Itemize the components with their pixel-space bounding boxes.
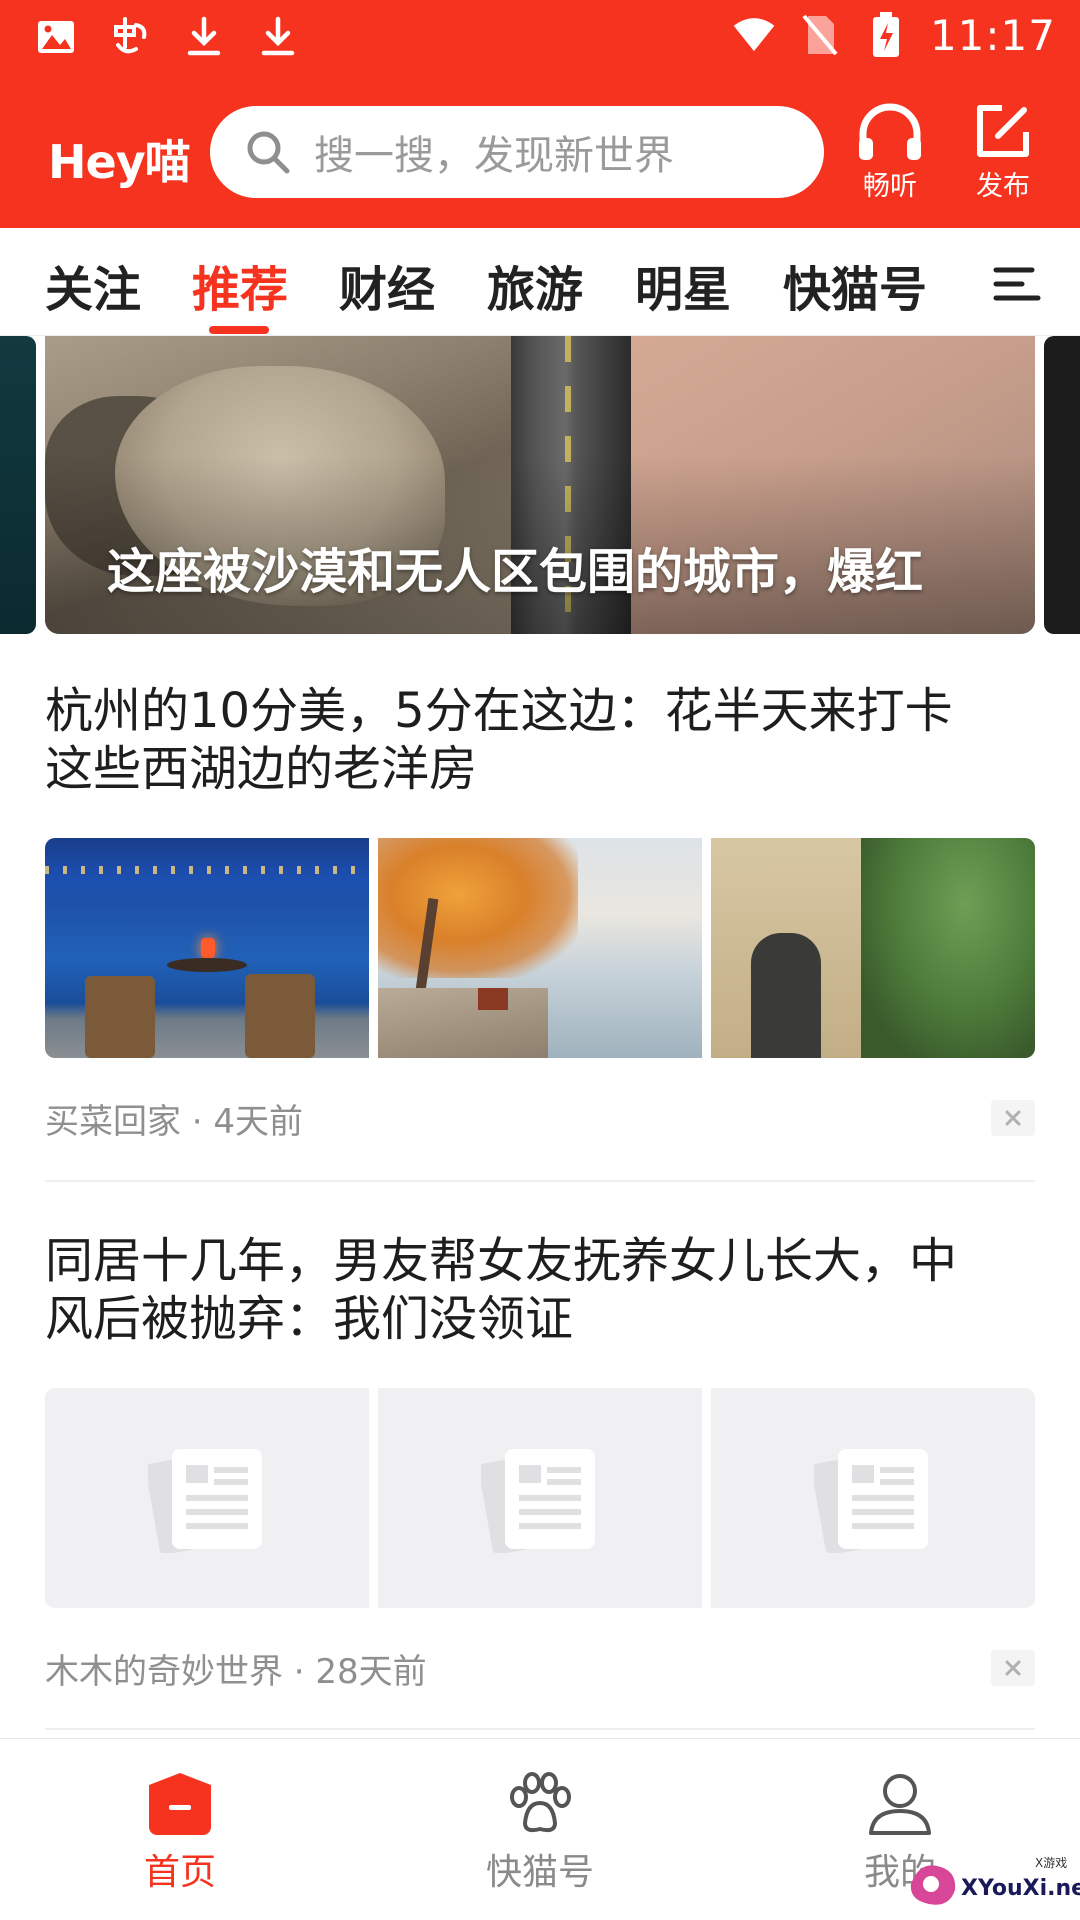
banner-title[interactable]: 这座被沙漠和无人区包围的城市，爆红 — [107, 532, 923, 602]
nav-home-label: 首页 — [143, 1852, 216, 1893]
paw-icon — [510, 1772, 571, 1833]
bug-icon — [108, 12, 152, 62]
clock: 11:17 — [929, 10, 1056, 60]
article-meta: 买菜回家 · 4天前 — [45, 1102, 304, 1142]
article-card[interactable]: 杭州的10分美，5分在这边：花半天来打卡 这些西湖边的老洋房 买菜回家 · 4天… — [45, 682, 1035, 1202]
image-placeholder[interactable] — [378, 1388, 702, 1608]
site-watermark: X游戏 XYouXi.net — [905, 1852, 1080, 1914]
old-building-photo[interactable] — [711, 838, 1035, 1058]
autumn-lakeside-photo[interactable] — [378, 838, 702, 1058]
close-icon — [1005, 1110, 1021, 1126]
no-sim-icon — [798, 10, 842, 60]
tab-celebrity[interactable]: 明星 — [635, 250, 731, 320]
nav-kuaimao[interactable]: 快猫号 — [440, 1771, 640, 1895]
headphones-icon — [859, 103, 921, 160]
banner-prev-slide[interactable] — [0, 336, 36, 634]
edit-icon — [977, 105, 1029, 157]
listen-label: 畅听 — [863, 171, 917, 202]
tabs-menu-icon[interactable] — [992, 264, 1042, 304]
tab-kuaimao[interactable]: 快猫号 — [783, 250, 927, 320]
tab-follow[interactable]: 关注 — [45, 250, 141, 320]
placeholder-icon — [481, 1449, 595, 1553]
battery-charging-icon — [864, 10, 908, 60]
watermark-logo-icon — [910, 1865, 956, 1905]
article-thumbnails[interactable] — [45, 1388, 1035, 1608]
nav-kuaimao-label: 快猫号 — [485, 1852, 594, 1893]
download-icon — [182, 12, 226, 62]
active-tab-indicator — [209, 326, 269, 334]
publish-label: 发布 — [976, 171, 1030, 202]
divider — [45, 1180, 1035, 1182]
listen-button[interactable]: 畅听 — [845, 100, 935, 210]
search-placeholder[interactable]: 搜一搜，发现新世界 — [314, 123, 674, 181]
placeholder-icon — [148, 1449, 262, 1553]
banner-carousel[interactable]: 这座被沙漠和无人区包围的城市，爆红 — [45, 336, 1035, 634]
lake-night-photo[interactable] — [45, 838, 369, 1058]
placeholder-icon — [814, 1449, 928, 1553]
close-icon — [1005, 1660, 1021, 1676]
nav-home[interactable]: 首页 — [80, 1771, 280, 1895]
article-card[interactable]: 同居十几年，男友帮女友抚养女儿长大，中 风后被抛弃：我们没领证 木木的奇妙世界 … — [45, 1232, 1035, 1732]
image-placeholder[interactable] — [711, 1388, 1035, 1608]
dismiss-button[interactable] — [991, 1650, 1035, 1686]
wifi-icon — [732, 10, 776, 60]
dismiss-button[interactable] — [991, 1100, 1035, 1136]
search-icon — [244, 128, 292, 176]
tab-travel[interactable]: 旅游 — [487, 250, 583, 320]
category-tabs: 关注 推荐 财经 旅游 明星 快猫号 — [0, 228, 1080, 336]
article-thumbnails[interactable] — [45, 838, 1035, 1058]
search-bar[interactable]: 搜一搜，发现新世界 — [210, 106, 824, 198]
download-icon — [256, 12, 300, 62]
home-icon — [149, 1773, 211, 1835]
tab-finance[interactable]: 财经 — [339, 250, 435, 320]
app-logo[interactable]: Hey喵 — [48, 126, 191, 192]
tab-recommend[interactable]: 推荐 — [192, 250, 288, 320]
article-title[interactable]: 同居十几年，男友帮女友抚养女儿长大，中 风后被抛弃：我们没领证 — [45, 1232, 1035, 1348]
image-icon — [34, 12, 78, 62]
user-icon — [869, 1774, 931, 1835]
divider — [45, 1728, 1035, 1730]
article-title[interactable]: 杭州的10分美，5分在这边：花半天来打卡 这些西湖边的老洋房 — [45, 682, 1035, 798]
publish-button[interactable]: 发布 — [958, 100, 1048, 210]
app-header: Hey喵 搜一搜，发现新世界 畅听 发布 — [0, 76, 1080, 228]
image-placeholder[interactable] — [45, 1388, 369, 1608]
status-bar: 11:17 — [0, 0, 1080, 76]
banner-next-slide[interactable] — [1044, 336, 1080, 634]
article-meta: 木木的奇妙世界 · 28天前 — [45, 1652, 427, 1692]
